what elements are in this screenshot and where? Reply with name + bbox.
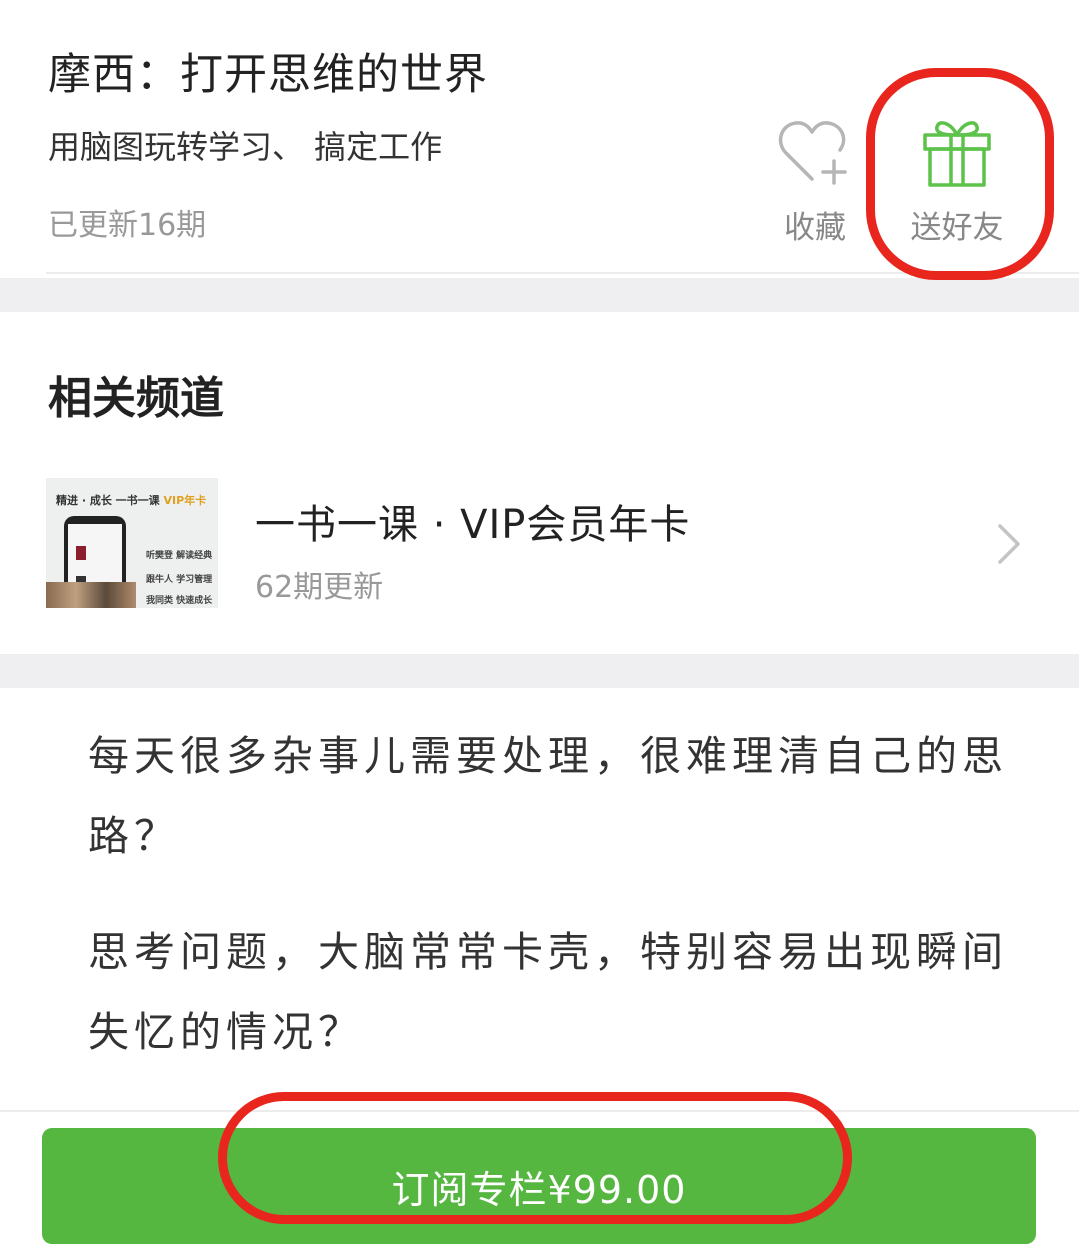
- channel-update-count: 62期更新: [255, 570, 384, 605]
- update-count: 已更新16期: [48, 208, 207, 243]
- chevron-right-icon: [996, 522, 1022, 570]
- section-separator: [0, 654, 1079, 688]
- thumbnail-vip-label: VIP年卡: [163, 494, 207, 507]
- channel-thumbnail: 精进 · 成长 一书一课 VIP年卡 听樊登 解读经典 跟牛人 学习管理 我同类…: [46, 478, 218, 608]
- favorite-button[interactable]: 收藏: [760, 112, 870, 247]
- description-paragraph-1: 每天很多杂事儿需要处理，很难理清自己的思路？: [88, 732, 1008, 860]
- subscribe-button[interactable]: 订阅专栏¥99.00: [42, 1128, 1036, 1244]
- header-divider: [46, 272, 1079, 274]
- description-paragraph-2: 思考问题，大脑常常卡壳，特别容易出现瞬间失忆的情况？: [88, 928, 1008, 1056]
- gift-friend-button[interactable]: 送好友: [902, 112, 1012, 247]
- heart-plus-icon: [760, 112, 870, 192]
- column-subtitle: 用脑图玩转学习、 搞定工作: [48, 128, 443, 166]
- thumbnail-line-1: 听樊登 解读经典: [146, 551, 213, 561]
- thumbnail-line-2: 跟牛人 学习管理: [146, 575, 213, 585]
- gift-friend-label: 送好友: [910, 210, 1004, 246]
- section-separator: [0, 278, 1079, 312]
- bottom-bar: 订阅专栏¥99.00: [0, 1110, 1079, 1257]
- people-photo: [46, 582, 136, 608]
- channel-name: 一书一课 · VIP会员年卡: [255, 502, 691, 548]
- related-channels-heading: 相关频道: [48, 373, 224, 424]
- thumbnail-line-3: 我同类 快速成长: [146, 596, 213, 606]
- thumbnail-banner: 精进 · 成长 一书一课: [56, 494, 164, 507]
- favorite-label: 收藏: [784, 210, 846, 246]
- related-channel-item[interactable]: 精进 · 成长 一书一课 VIP年卡 听樊登 解读经典 跟牛人 学习管理 我同类…: [0, 470, 1079, 620]
- gift-icon: [902, 112, 1012, 192]
- column-header: 摩西：打开思维的世界 用脑图玩转学习、 搞定工作 已更新16期 收藏 送好友: [0, 0, 1079, 278]
- column-title: 摩西：打开思维的世界: [48, 50, 488, 100]
